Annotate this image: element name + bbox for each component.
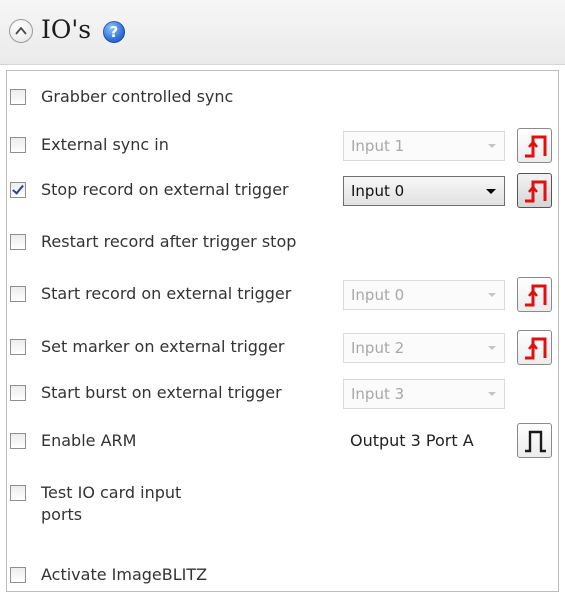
start-burst-on-external-trigger-checkbox[interactable] [10,385,26,401]
stop-record-on-external-trigger-checkbox[interactable] [10,182,26,198]
chevron-up-icon [15,26,27,35]
rising-edge-icon [525,135,547,158]
activate-imageblitz-checkbox[interactable] [10,567,26,583]
external-sync-in-input-value: Input 1 [351,137,405,155]
stop-record-on-external-trigger-label: Stop record on external trigger [41,180,289,199]
test-io-card-input-ports-label: Test IO card input ports [41,483,182,524]
activate-imageblitz-label: Activate ImageBLITZ [41,565,208,584]
section-header: IO's ? [0,0,565,65]
dropdown-arrow-icon [488,392,496,396]
set-marker-on-external-trigger-label: Set marker on external trigger [41,337,285,356]
external-sync-in-rising-edge-button[interactable] [517,128,552,163]
start-burst-input-select[interactable]: Input 3 [343,379,505,409]
collapse-button[interactable] [9,19,33,43]
rising-edge-icon [525,180,547,203]
start-record-rising-edge-button[interactable] [517,277,552,312]
ios-panel: IO's ? Grabber controlled sync External … [0,0,565,598]
enable-arm-checkbox[interactable] [10,433,26,449]
grabber-controlled-sync-label: Grabber controlled sync [41,87,234,106]
external-sync-in-checkbox[interactable] [10,137,26,153]
stop-record-input-select[interactable]: Input 0 [343,176,505,206]
enable-arm-label: Enable ARM [41,431,137,450]
stop-record-rising-edge-button[interactable] [517,173,552,208]
grabber-controlled-sync-checkbox[interactable] [10,89,26,105]
set-marker-rising-edge-button[interactable] [517,330,552,365]
set-marker-on-external-trigger-checkbox[interactable] [10,339,26,355]
stop-record-input-value: Input 0 [351,182,405,200]
set-marker-input-value: Input 2 [351,339,405,357]
help-icon[interactable]: ? [103,21,125,43]
start-record-on-external-trigger-checkbox[interactable] [10,286,26,302]
pulse-icon [525,430,546,453]
rising-edge-icon [525,284,547,307]
start-record-input-value: Input 0 [351,286,405,304]
restart-record-after-trigger-stop-label: Restart record after trigger stop [41,232,297,251]
start-record-on-external-trigger-label: Start record on external trigger [41,284,292,303]
external-sync-in-input-select[interactable]: Input 1 [343,131,505,161]
ios-options-list: Grabber controlled sync External sync in… [6,70,559,592]
rising-edge-icon [525,337,547,360]
start-burst-input-value: Input 3 [351,385,405,403]
set-marker-input-select[interactable]: Input 2 [343,333,505,363]
test-io-card-input-ports-checkbox[interactable] [10,485,26,501]
dropdown-arrow-icon [488,293,496,297]
section-title: IO's [41,15,92,44]
start-burst-on-external-trigger-label: Start burst on external trigger [41,383,282,402]
restart-record-after-trigger-stop-checkbox[interactable] [10,234,26,250]
external-sync-in-label: External sync in [41,135,169,154]
dropdown-arrow-icon [488,346,496,350]
dropdown-arrow-icon [488,144,496,148]
arm-pulse-button[interactable] [517,423,552,458]
arm-output-port-label: Output 3 Port A [350,431,474,450]
start-record-input-select[interactable]: Input 0 [343,280,505,310]
dropdown-arrow-icon [486,189,496,194]
